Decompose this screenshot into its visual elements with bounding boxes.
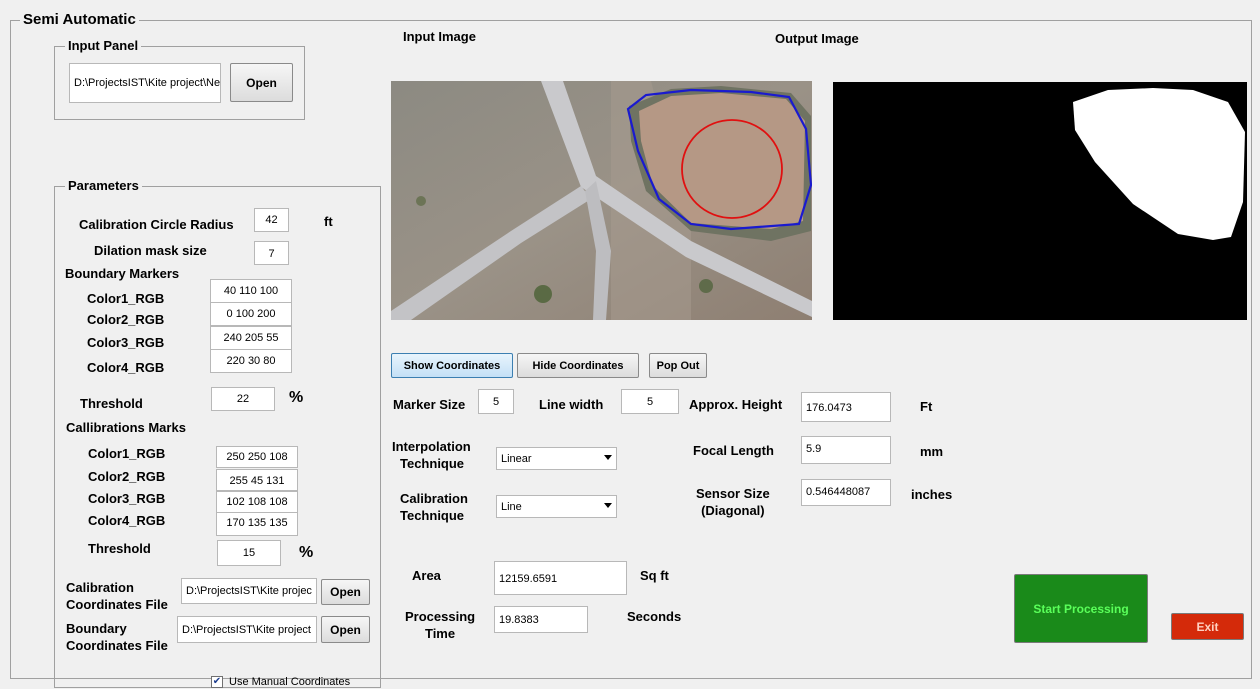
- calib-threshold-label: Threshold: [88, 541, 151, 556]
- marker-size-label: Marker Size: [393, 397, 466, 412]
- calibration-technique-value: Line: [501, 501, 522, 513]
- input-path-field[interactable]: D:\ProjectsIST\Kite project\Ne: [69, 63, 221, 103]
- sensor-size-field[interactable]: 0.546448087: [801, 479, 891, 506]
- focal-length-label: Focal Length: [693, 443, 774, 458]
- calib-color2-label: Color2_RGB: [88, 469, 166, 484]
- cal-file-field[interactable]: D:\ProjectsIST\Kite projec: [181, 578, 317, 604]
- chevron-down-icon: [604, 455, 612, 460]
- manual-coords-checkbox[interactable]: ✔: [211, 676, 223, 688]
- input-open-button[interactable]: Open: [230, 63, 293, 102]
- output-image: [833, 82, 1247, 320]
- hide-coordinates-button[interactable]: Hide Coordinates: [517, 353, 639, 378]
- area-field[interactable]: 12159.6591: [494, 561, 627, 595]
- approx-height-field[interactable]: 176.0473: [801, 392, 891, 422]
- dilation-label: Dilation mask size: [94, 243, 207, 258]
- boundary-color4-label: Color4_RGB: [87, 360, 165, 375]
- semi-automatic-title: Semi Automatic: [20, 11, 139, 28]
- marker-size-field[interactable]: 5: [478, 389, 514, 414]
- area-label: Area: [412, 568, 441, 583]
- area-unit: Sq ft: [640, 568, 669, 583]
- calib-threshold-field[interactable]: 15: [217, 540, 281, 566]
- approx-height-label: Approx. Height: [689, 397, 783, 412]
- start-processing-button[interactable]: Start Processing: [1014, 574, 1148, 643]
- processing-time-label: Processing Time: [405, 608, 475, 642]
- bnd-file-label-line2: Coordinates File: [66, 638, 168, 653]
- bnd-file-field[interactable]: D:\ProjectsIST\Kite project: [177, 616, 317, 643]
- line-width-label: Line width: [539, 397, 604, 412]
- boundary-markers-label: Boundary Markers: [65, 266, 180, 281]
- show-coordinates-button[interactable]: Show Coordinates: [391, 353, 513, 378]
- calib-tech-label: Calibration Technique: [400, 490, 468, 524]
- calib-color2-field[interactable]: 255 45 131: [216, 469, 298, 491]
- focal-length-field[interactable]: 5.9: [801, 436, 891, 464]
- interp-label-line1: Interpolation: [392, 439, 471, 454]
- dilation-field[interactable]: 7: [254, 241, 289, 265]
- focal-length-unit: mm: [920, 444, 944, 459]
- boundary-color3-label: Color3_RGB: [87, 335, 165, 350]
- boundary-color3-field[interactable]: 240 205 55: [210, 326, 292, 350]
- cal-radius-label: Calibration Circle Radius: [79, 217, 234, 232]
- interpolation-dropdown[interactable]: Linear: [496, 447, 617, 470]
- interpolation-value: Linear: [501, 453, 532, 465]
- cal-file-open-button[interactable]: Open: [321, 579, 370, 605]
- calib-marks-label: Callibrations Marks: [66, 420, 186, 435]
- bnd-file-label: Boundary Coordinates File: [66, 620, 168, 654]
- cal-file-label-line1: Calibration: [66, 580, 134, 595]
- boundary-color1-label: Color1_RGB: [87, 291, 165, 306]
- calib-color4-field[interactable]: 170 135 135: [216, 512, 298, 536]
- output-image-title: Output Image: [775, 31, 859, 46]
- manual-coords-label: Use Manual Coordinates: [229, 676, 351, 688]
- threshold-field[interactable]: 22: [211, 387, 275, 411]
- calib-color1-field[interactable]: 250 250 108: [216, 446, 298, 468]
- input-image-title: Input Image: [403, 29, 476, 44]
- pop-out-button[interactable]: Pop Out: [649, 353, 707, 378]
- cal-radius-unit: ft: [324, 214, 333, 229]
- calib-color3-field[interactable]: 102 108 108: [216, 491, 298, 513]
- input-image: [391, 81, 812, 320]
- boundary-color4-field[interactable]: 220 30 80: [210, 349, 292, 373]
- processing-time-unit: Seconds: [627, 609, 682, 624]
- sensor-size-label-line1: Sensor Size: [696, 486, 770, 501]
- calib-tech-label-line1: Calibration: [400, 491, 468, 506]
- processing-time-label-line2: Time: [424, 626, 456, 641]
- calib-color4-label: Color4_RGB: [88, 513, 166, 528]
- cal-radius-field[interactable]: 42: [254, 208, 289, 232]
- boundary-color2-field[interactable]: 0 100 200: [210, 302, 292, 326]
- threshold-label: Threshold: [80, 396, 143, 411]
- interp-label-line2: Technique: [400, 456, 465, 471]
- sensor-size-unit: inches: [911, 487, 953, 502]
- boundary-color1-field[interactable]: 40 110 100: [210, 279, 292, 303]
- cal-file-label-line2: Coordinates File: [66, 597, 168, 612]
- cal-file-label: Calibration Coordinates File: [66, 579, 168, 613]
- bnd-file-open-button[interactable]: Open: [321, 616, 370, 643]
- chevron-down-icon: [604, 503, 612, 508]
- exit-button[interactable]: Exit: [1171, 613, 1244, 640]
- line-width-field[interactable]: 5: [621, 389, 679, 414]
- parameters-title: Parameters: [65, 178, 142, 193]
- interp-label: Interpolation Technique: [392, 438, 471, 472]
- calib-color3-label: Color3_RGB: [88, 491, 166, 506]
- bnd-file-label-line1: Boundary: [66, 621, 127, 636]
- calibration-technique-dropdown[interactable]: Line: [496, 495, 617, 518]
- calib-threshold-unit: %: [299, 544, 314, 561]
- approx-height-unit: Ft: [920, 399, 933, 414]
- processing-time-label-line1: Processing: [405, 609, 476, 624]
- sensor-size-label: Sensor Size (Diagonal): [696, 485, 770, 519]
- boundary-color2-label: Color2_RGB: [87, 312, 165, 327]
- sensor-size-label-line2: (Diagonal): [701, 503, 765, 518]
- threshold-unit: %: [289, 389, 304, 406]
- calib-color1-label: Color1_RGB: [88, 446, 166, 461]
- input-panel-title: Input Panel: [65, 38, 142, 53]
- processing-time-field[interactable]: 19.8383: [494, 606, 588, 633]
- calib-tech-label-line2: Technique: [400, 508, 465, 523]
